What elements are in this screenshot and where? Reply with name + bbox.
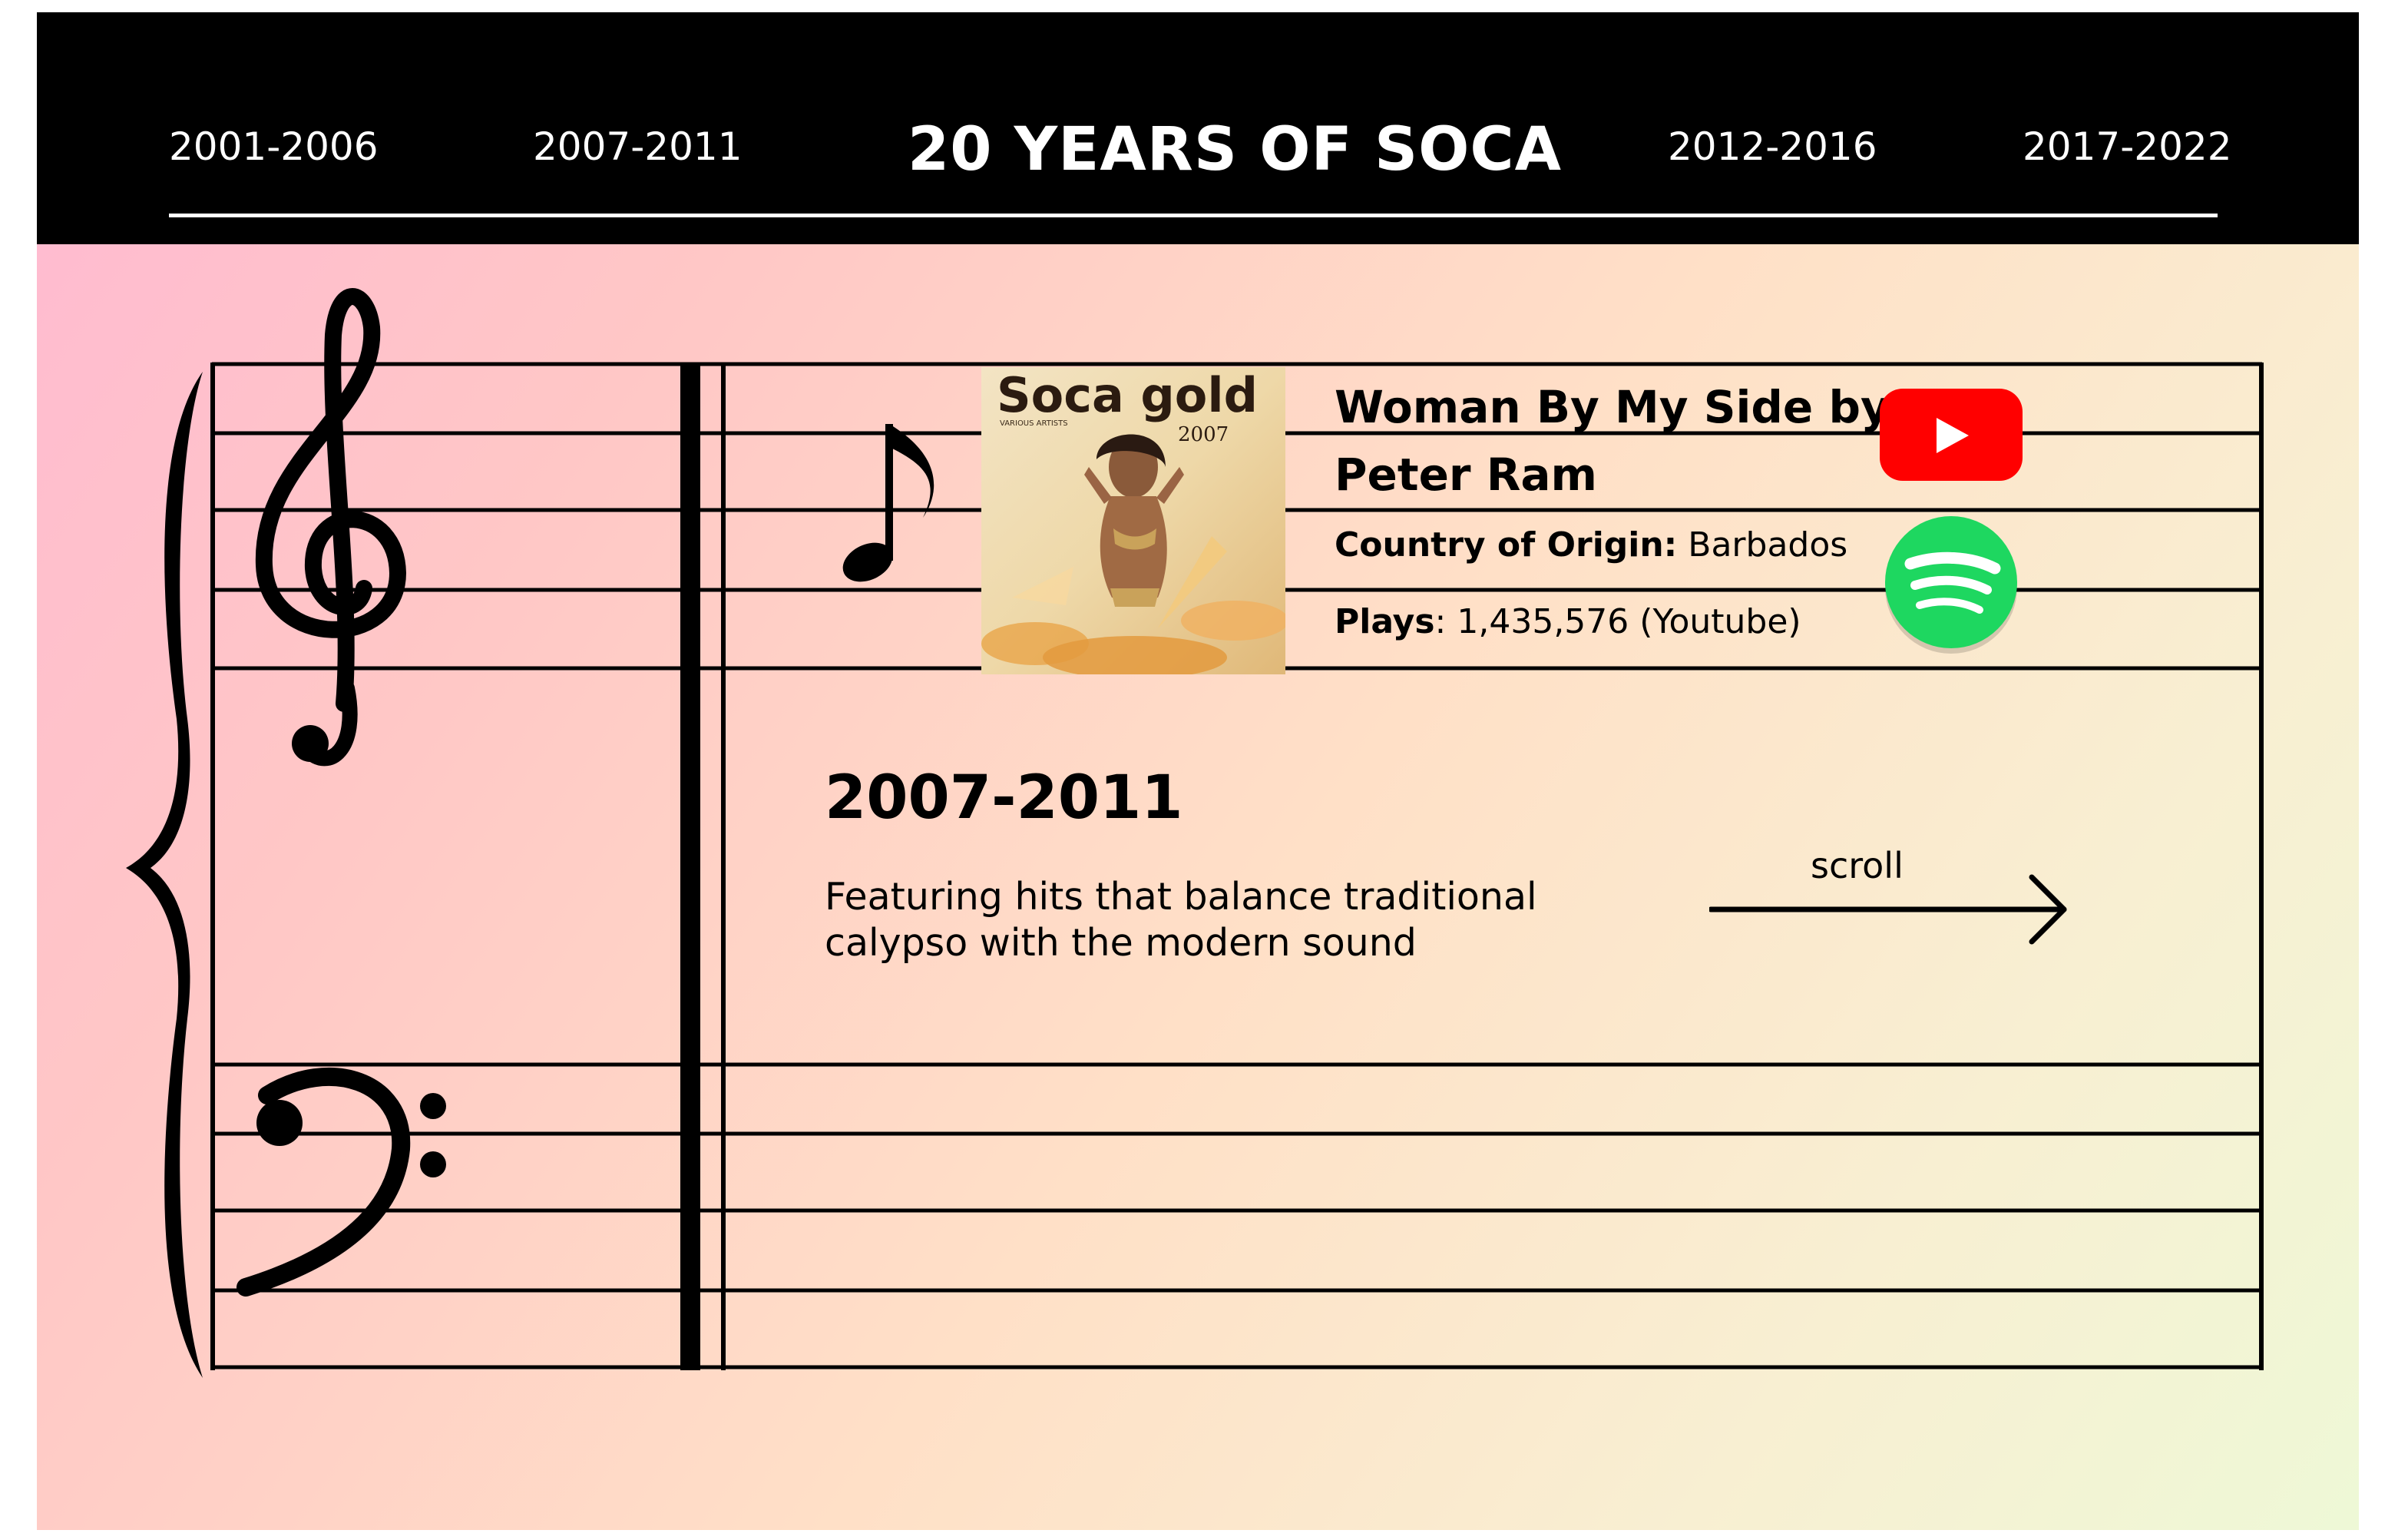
country-value: Barbados: [1688, 525, 1848, 565]
grand-staff: [126, 288, 2264, 1378]
arrow-right-icon[interactable]: [1709, 871, 2070, 946]
bass-clef-icon: [237, 1068, 446, 1297]
play-count: Plays: 1,435,576 (Youtube): [1335, 605, 1801, 639]
plays-label: Plays: [1335, 602, 1435, 641]
youtube-icon[interactable]: [1878, 387, 2024, 482]
treble-clef-dot: [292, 725, 329, 762]
song-title: Woman By My Side by Peter Ram: [1335, 381, 1890, 501]
bass-staff-lines: [212, 1062, 2262, 1369]
album-cover: Soca gold VARIOUS ARTISTS 2007: [981, 367, 1285, 674]
album-title: Soca gold: [997, 367, 1258, 423]
brace-icon: [126, 372, 203, 1378]
country-of-origin: Country of Origin: Barbados: [1335, 528, 1847, 562]
page-frame: 2001-2006 2007-2011 20 YEARS OF SOCA 201…: [37, 12, 2359, 1530]
album-year: 2007: [1178, 423, 1229, 446]
period-heading: 2007-2011: [825, 763, 1183, 833]
country-label: Country of Origin:: [1335, 525, 1678, 565]
album-art: Soca gold VARIOUS ARTISTS 2007: [981, 367, 1285, 674]
plays-value: : 1,435,576 (Youtube): [1434, 602, 1801, 641]
eighth-note-icon: [842, 424, 934, 582]
period-description: Featuring hits that balance traditional …: [825, 875, 1537, 965]
spotify-icon[interactable]: [1880, 513, 2023, 656]
album-subtitle: VARIOUS ARTISTS: [1000, 419, 1068, 428]
